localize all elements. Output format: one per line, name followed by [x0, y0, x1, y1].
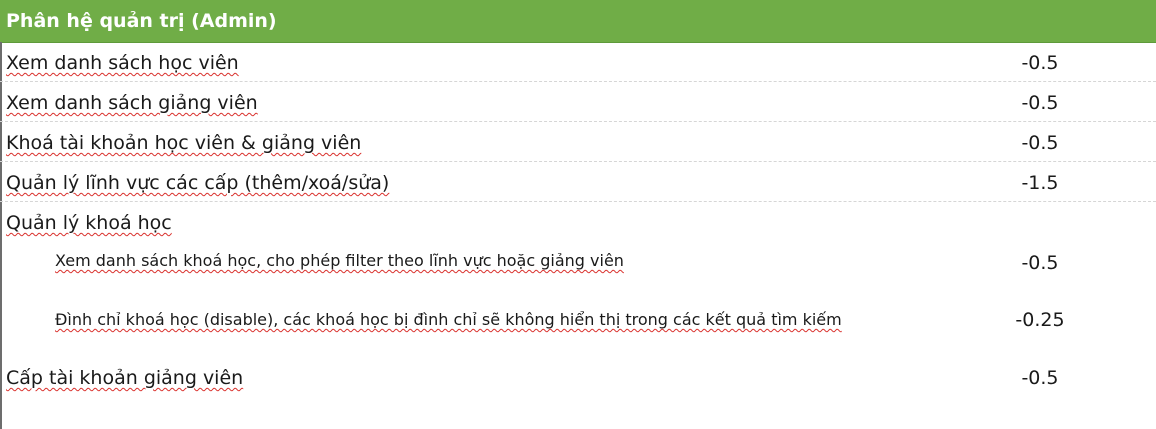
feature-label: Xem danh sách học viên	[6, 52, 239, 74]
score-value: -0.5	[1021, 252, 1059, 274]
score-value: -1.5	[1021, 172, 1059, 194]
section-header[interactable]: Phân hệ quản trị (Admin)	[0, 0, 1156, 43]
table-row[interactable]: Khoá tài khoản học viên & giảng viên -0.…	[0, 122, 1156, 162]
feature-label: Quản lý lĩnh vực các cấp (thêm/xoá/sửa)	[6, 172, 390, 194]
table-row[interactable]: Cấp tài khoản giảng viên -0.5	[0, 356, 1156, 402]
score-value: -0.25	[1015, 309, 1065, 331]
feature-label: Xem danh sách giảng viên	[6, 92, 258, 114]
table-row-subitem[interactable]: Xem danh sách khoá học, cho phép filter …	[0, 240, 1156, 286]
score-value: -0.5	[1021, 92, 1059, 114]
table-row[interactable]: Xem danh sách giảng viên -0.5	[0, 82, 1156, 122]
score-value: -0.5	[1021, 367, 1059, 389]
feature-label: Khoá tài khoản học viên & giảng viên	[6, 132, 362, 154]
score-value: -0.5	[1021, 132, 1059, 154]
table-row-group[interactable]: Quản lý khoá học	[0, 202, 1156, 240]
score-value: -0.5	[1021, 52, 1059, 74]
table-row[interactable]: Xem danh sách học viên -0.5	[0, 42, 1156, 82]
feature-label: Cấp tài khoản giảng viên	[6, 367, 244, 389]
table-row-subitem[interactable]: Đình chỉ khoá học (disable), các khoá họ…	[0, 286, 1156, 354]
feature-label: Xem danh sách khoá học, cho phép filter …	[55, 251, 624, 270]
spreadsheet-view: Phân hệ quản trị (Admin) Xem danh sách h…	[0, 0, 1156, 429]
section-title: Phân hệ quản trị (Admin)	[6, 10, 277, 32]
feature-label: Đình chỉ khoá học (disable), các khoá họ…	[55, 310, 842, 329]
feature-group-label: Quản lý khoá học	[6, 212, 172, 234]
table-row[interactable]: Quản lý lĩnh vực các cấp (thêm/xoá/sửa) …	[0, 162, 1156, 202]
